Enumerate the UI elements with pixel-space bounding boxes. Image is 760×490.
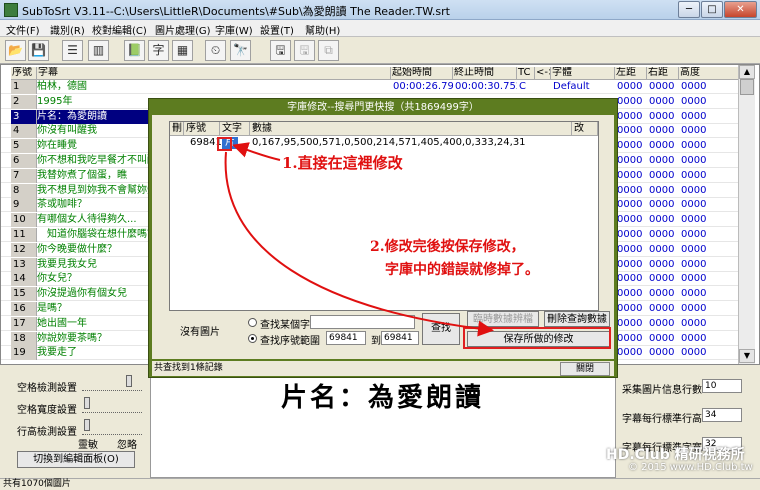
- annotation-step2-line1: 2.修改完後按保存修改，: [370, 239, 525, 255]
- annotation-step1: 1.直接在這裡修改: [282, 154, 403, 172]
- arrow-to-char: [232, 142, 281, 161]
- annotation-step2-line2: 字庫中的錯誤就修掉了。: [385, 262, 539, 278]
